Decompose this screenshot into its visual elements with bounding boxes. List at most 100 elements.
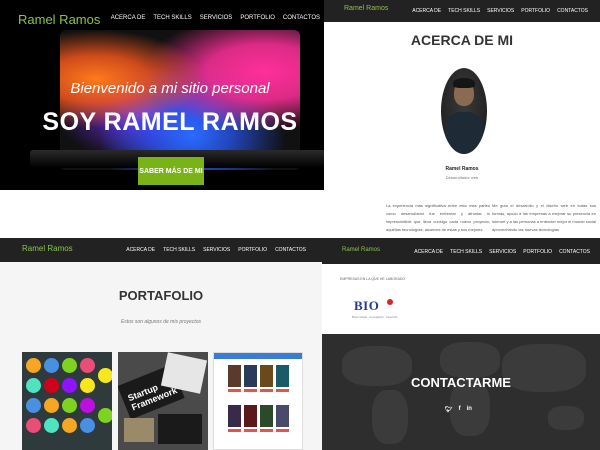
movie-poster — [276, 405, 289, 427]
movie-button — [276, 389, 289, 392]
bio-tagline: Biotecnologia · Investigación · Desarrol… — [352, 316, 398, 319]
hero-background-image — [60, 30, 300, 170]
nav-menu: ACERCA DE TECH SKILLS SERVICIOS PORTFOLI… — [118, 247, 306, 253]
nav-contactos[interactable]: CONTACTOS — [557, 8, 588, 14]
saber-mas-button[interactable]: SABER MÁS DE MI — [138, 157, 204, 185]
flat-icon — [44, 378, 59, 393]
screenshot-collage: Ramel Ramos ACERCA DE TECH SKILLS SERVIC… — [0, 0, 600, 450]
companies-label: EMPRESAS EN LA QUE HE LABORADO — [340, 277, 406, 281]
nav-tech-skills[interactable]: TECH SKILLS — [450, 249, 482, 255]
startup-notebook — [124, 418, 154, 442]
flat-icon — [44, 418, 59, 433]
hero-subtitle: Bienvenido a mi sitio personal — [70, 80, 270, 97]
movie-button — [260, 389, 273, 392]
flat-icon — [44, 358, 59, 373]
nav-acerca-de[interactable]: ACERCA DE — [412, 8, 441, 14]
nav-servicios[interactable]: SERVICIOS — [200, 15, 233, 21]
movie-poster — [244, 405, 257, 427]
nav-contactos[interactable]: CONTACTOS — [559, 249, 590, 255]
world-map-background — [322, 334, 600, 450]
movie-poster — [228, 365, 241, 387]
portfolio-item-icons[interactable] — [22, 352, 112, 450]
map-continent — [372, 390, 408, 444]
movie-button — [260, 429, 273, 432]
nav-portfolio[interactable]: PORTFOLIO — [521, 8, 550, 14]
brand-logo[interactable]: Ramel Ramos — [22, 244, 73, 253]
portfolio-item-startup[interactable]: Startup Framework — [118, 352, 208, 450]
flat-icon — [80, 378, 95, 393]
bio-logo-dot — [387, 299, 393, 305]
flat-icon — [80, 398, 95, 413]
flat-icon — [62, 378, 77, 393]
linkedin-icon[interactable]: in — [467, 406, 472, 413]
nav-contactos[interactable]: CONTACTOS — [283, 15, 320, 21]
social-links: 🐦︎ f in — [445, 406, 472, 413]
movie-poster — [228, 405, 241, 427]
portfolio-panel: Ramel Ramos ACERCA DE TECH SKILLS SERVIC… — [0, 238, 322, 450]
hero-panel: Ramel Ramos ACERCA DE TECH SKILLS SERVIC… — [0, 0, 324, 190]
about-text-left: La experiencia más significativa entre e… — [386, 203, 490, 232]
avatar-shirt — [445, 112, 483, 154]
movie-poster — [244, 365, 257, 387]
map-continent — [548, 406, 584, 430]
nav-contactos[interactable]: CONTACTOS — [275, 247, 306, 253]
nav-portfolio[interactable]: PORTFOLIO — [238, 247, 267, 253]
nav-menu: ACERCA DE TECH SKILLS SERVICIOS PORTFOLI… — [407, 249, 590, 255]
hero-navbar: Ramel Ramos ACERCA DE TECH SKILLS SERVIC… — [0, 0, 324, 40]
nav-tech-skills[interactable]: TECH SKILLS — [163, 247, 195, 253]
nav-acerca-de[interactable]: ACERCA DE — [111, 15, 146, 21]
movies-header — [214, 353, 302, 359]
brand-logo[interactable]: Ramel Ramos — [18, 12, 100, 27]
nav-tech-skills[interactable]: TECH SKILLS — [448, 8, 480, 14]
nav-servicios[interactable]: SERVICIOS — [489, 249, 516, 255]
facebook-icon[interactable]: f — [459, 406, 461, 413]
portfolio-subtitle: Estos son algunos de mis proyectos — [120, 319, 202, 325]
bio-logo-text: BIO — [354, 298, 380, 313]
brand-logo[interactable]: Ramel Ramos — [342, 247, 380, 253]
movie-button — [244, 389, 257, 392]
movie-poster — [276, 365, 289, 387]
movie-poster — [260, 405, 273, 427]
nav-acerca-de[interactable]: ACERCA DE — [126, 247, 155, 253]
flat-icon — [26, 398, 41, 413]
flat-icon — [44, 398, 59, 413]
bio-logo: BIO — [354, 298, 394, 318]
flat-icon — [80, 358, 95, 373]
nav-servicios[interactable]: SERVICIOS — [487, 8, 514, 14]
flat-icon — [62, 358, 77, 373]
flat-icon — [62, 418, 77, 433]
nav-acerca-de[interactable]: ACERCA DE — [414, 249, 443, 255]
nav-portfolio[interactable]: PORTFOLIO — [523, 249, 552, 255]
about-navbar: Ramel Ramos ACERCA DE TECH SKILLS SERVIC… — [324, 0, 600, 22]
map-continent — [440, 342, 500, 378]
portfolio-navbar: Ramel Ramos ACERCA DE TECH SKILLS SERVIC… — [0, 238, 322, 262]
flat-icon — [26, 358, 41, 373]
contact-title: CONTACTARME — [411, 375, 511, 390]
about-name: Ramel Ramos — [445, 166, 479, 172]
movie-button — [276, 429, 289, 432]
about-panel: Ramel Ramos ACERCA DE TECH SKILLS SERVIC… — [324, 0, 600, 238]
nav-portfolio[interactable]: PORTFOLIO — [240, 15, 275, 21]
flat-icon — [98, 408, 112, 423]
flat-icon — [26, 418, 41, 433]
portfolio-item-movies[interactable] — [213, 352, 303, 450]
nav-menu: ACERCA DE TECH SKILLS SERVICIOS PORTFOLI… — [405, 8, 588, 14]
avatar-hair — [453, 78, 475, 88]
hero-title: SOY RAMEL RAMOS — [42, 108, 298, 136]
flat-icon — [26, 378, 41, 393]
nav-servicios[interactable]: SERVICIOS — [203, 247, 230, 253]
movie-button — [244, 429, 257, 432]
brand-logo[interactable]: Ramel Ramos — [344, 5, 388, 12]
startup-device — [158, 414, 202, 444]
avatar — [441, 68, 487, 154]
flat-icon — [62, 398, 77, 413]
about-title: ACERCA DE MI — [410, 32, 514, 48]
nav-tech-skills[interactable]: TECH SKILLS — [153, 15, 191, 21]
twitter-icon[interactable]: 🐦︎ — [445, 406, 453, 413]
portfolio-title: PORTAFOLIO — [118, 288, 204, 303]
flat-icon — [80, 418, 95, 433]
about-text-right: Me guta el desarrollo y el diseño web en… — [492, 203, 596, 232]
contact-navbar: Ramel Ramos ACERCA DE TECH SKILLS SERVIC… — [322, 238, 600, 264]
movie-poster — [260, 365, 273, 387]
nav-menu: ACERCA DE TECH SKILLS SERVICIOS PORTFOLI… — [103, 15, 320, 21]
